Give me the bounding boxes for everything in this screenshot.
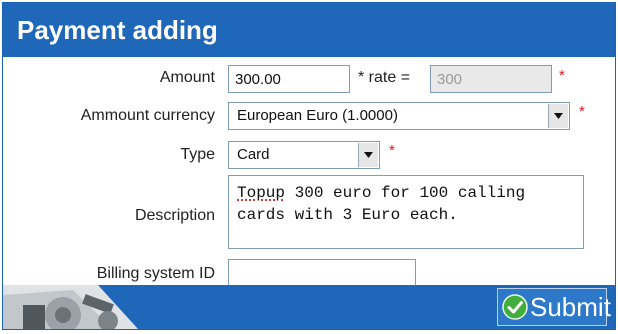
gear-machine-graphic <box>3 285 153 329</box>
submit-label: Submit <box>530 291 611 322</box>
rate-label: * rate = <box>358 69 411 86</box>
description-textarea[interactable]: Topup 300 euro for 100 calling cards wit… <box>228 175 584 249</box>
description-line-2: cards with 3 Euro each. <box>237 206 458 224</box>
submit-button[interactable]: Submit <box>497 288 611 326</box>
billing-system-id-label: Billing system ID <box>96 265 215 282</box>
payment-adding-panel: Payment adding Amount * rate = * Ammount… <box>2 2 616 330</box>
currency-label: Ammount currency <box>80 107 215 124</box>
type-label: Type <box>180 146 215 163</box>
required-mark: * <box>559 67 565 84</box>
panel-footer: Submit <box>3 285 615 329</box>
required-mark: * <box>389 142 395 159</box>
description-line-1: Topup 300 euro for 100 calling <box>237 182 575 204</box>
description-line-1-rest: 300 euro for 100 calling <box>285 184 526 202</box>
page-title: Payment adding <box>17 15 218 45</box>
description-spellcheck-word: Topup <box>237 184 286 202</box>
currency-selected-value: European Euro (1.0000) <box>237 107 398 124</box>
amount-label: Amount <box>159 69 215 86</box>
chevron-down-icon[interactable] <box>548 104 568 128</box>
description-label: Description <box>134 207 215 224</box>
chevron-down-icon[interactable] <box>358 143 378 167</box>
required-mark: * <box>579 103 585 120</box>
billing-system-id-input[interactable] <box>228 259 416 287</box>
checkmark-icon <box>502 294 528 320</box>
type-select[interactable]: Card <box>228 141 380 169</box>
rate-input <box>430 65 552 93</box>
type-selected-value: Card <box>237 146 270 163</box>
currency-select[interactable]: European Euro (1.0000) <box>228 102 570 130</box>
panel-header: Payment adding <box>3 3 615 57</box>
amount-input[interactable] <box>228 65 350 93</box>
